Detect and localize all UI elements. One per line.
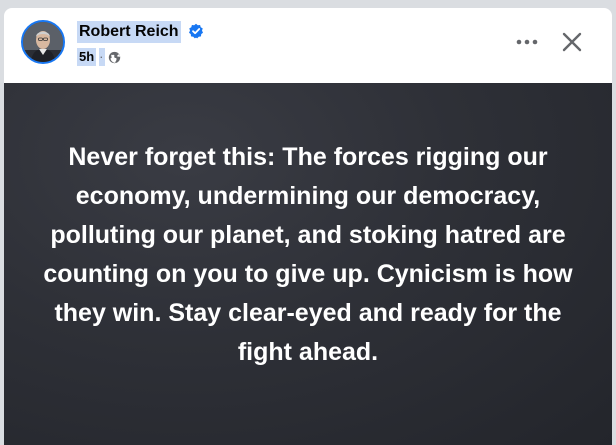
close-icon[interactable] <box>560 30 584 54</box>
avatar-photo <box>23 22 63 62</box>
post-header: Robert Reich 5h · <box>4 8 612 83</box>
post-meta: 5h · <box>77 48 121 66</box>
post-timestamp[interactable]: 5h <box>77 48 97 66</box>
globe-icon[interactable] <box>108 51 121 64</box>
post-image[interactable]: Never forget this: The forces rigging ou… <box>4 83 612 445</box>
meta-separator: · <box>99 48 105 66</box>
more-options-icon[interactable] <box>514 32 540 52</box>
author-avatar[interactable] <box>21 20 65 64</box>
post-card: Robert Reich 5h · Never forget this: The… <box>4 8 612 445</box>
quote-text: Never forget this: The forces rigging ou… <box>43 143 573 366</box>
author-name[interactable]: Robert Reich <box>77 21 181 43</box>
verified-badge-icon <box>189 23 203 39</box>
